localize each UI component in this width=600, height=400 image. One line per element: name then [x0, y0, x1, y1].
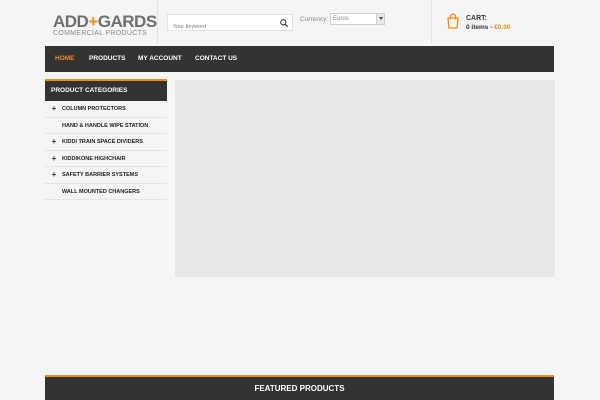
plus-icon[interactable]: + [51, 134, 57, 150]
category-item-wall-mounted-changers[interactable]: WALL MOUNTED CHANGERS [45, 184, 167, 200]
cart-summary[interactable]: 0 items - €0.00 [466, 24, 510, 31]
hero-banner [175, 80, 555, 277]
nav-item-products[interactable]: PRODUCTS [89, 46, 125, 72]
main-nav: HOME PRODUCTS MY ACCOUNT CONTACT US [45, 46, 554, 72]
category-item-safety-barrier-systems[interactable]: + SAFETY BARRIER SYSTEMS [45, 167, 167, 184]
category-item-kiddikone-highchair[interactable]: + KIDDIKONE HIGHCHAIR [45, 151, 167, 167]
category-item-kiddi-train-space-dividers[interactable]: + KIDDI TRAIN SPACE DIVIDERS [45, 134, 167, 151]
search-input[interactable] [168, 19, 276, 35]
category-label: WALL MOUNTED CHANGERS [62, 188, 140, 195]
featured-products-header: FEATURED PRODUCTS [45, 375, 554, 400]
currency-label: Currency: [300, 16, 329, 23]
currency-selected-value: Euros [333, 16, 349, 22]
nav-item-home[interactable]: HOME [55, 46, 75, 72]
category-label: COLUMN PROTECTORS [62, 106, 126, 112]
cart-item-count: 0 items [466, 24, 489, 31]
logo-plus-icon: + [88, 12, 98, 31]
category-item-hand-handle-wipe-station[interactable]: HAND & HANDLE WIPE STATION [45, 118, 167, 134]
category-label: HAND & HANDLE WIPE STATION [62, 122, 149, 129]
search-icon[interactable] [279, 18, 289, 28]
category-label: SAFETY BARRIER SYSTEMS [62, 172, 138, 178]
cart-total: €0.00 [494, 24, 511, 31]
nav-item-my-account[interactable]: MY ACCOUNT [138, 46, 182, 72]
chevron-down-icon[interactable] [376, 14, 384, 24]
category-label: KIDDIKONE HIGHCHAIR [62, 155, 126, 162]
nav-item-contact-us[interactable]: CONTACT US [195, 46, 237, 72]
plus-icon[interactable]: + [51, 101, 57, 117]
logo-subtitle: COMMERCIAL PRODUCTS [53, 30, 148, 37]
plus-icon[interactable]: + [51, 167, 57, 183]
search-box [167, 14, 293, 35]
header-divider [431, 0, 432, 44]
product-categories-sidebar: PRODUCT CATEGORIES + COLUMN PROTECTORS H… [45, 79, 167, 200]
header-divider [157, 0, 158, 44]
site-header: ADD+GARDS COMMERCIAL PRODUCTS Currency: … [0, 0, 600, 44]
currency-select[interactable]: Euros [330, 13, 385, 25]
category-item-column-protectors[interactable]: + COLUMN PROTECTORS [45, 101, 167, 118]
logo-wordmark: ADD+GARDS [53, 12, 157, 31]
site-logo[interactable]: ADD+GARDS COMMERCIAL PRODUCTS [53, 12, 157, 37]
shopping-bag-icon[interactable] [446, 13, 460, 29]
plus-icon[interactable]: + [51, 151, 57, 167]
category-list: + COLUMN PROTECTORS HAND & HANDLE WIPE S… [45, 101, 167, 200]
category-label: KIDDI TRAIN SPACE DIVIDERS [62, 139, 143, 145]
sidebar-title: PRODUCT CATEGORIES [45, 79, 167, 101]
cart-label: CART: [466, 15, 487, 22]
